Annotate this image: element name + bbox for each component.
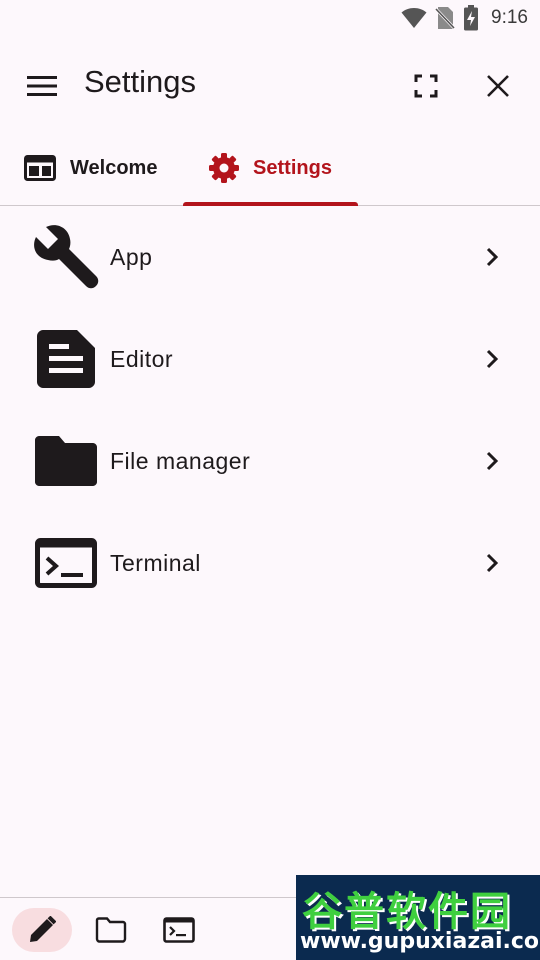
list-item-editor[interactable]: Editor (0, 308, 540, 410)
tab-bar: Welcome Settings (0, 132, 540, 206)
list-item-app[interactable]: App (0, 206, 540, 308)
close-icon (487, 75, 509, 97)
page-title: Settings (84, 64, 197, 99)
folder-icon (32, 427, 100, 495)
list-item-file-manager[interactable]: File manager (0, 410, 540, 512)
welcome-window-icon (24, 155, 56, 181)
settings-list: App Editor File manager Terminal (0, 206, 540, 614)
bottom-nav-file-manager[interactable] (81, 908, 141, 952)
fullscreen-icon (414, 74, 438, 98)
tab-welcome-label: Welcome (70, 156, 158, 179)
chevron-right-icon (480, 551, 504, 575)
gear-icon (209, 153, 240, 183)
list-item-label: File manager (110, 447, 251, 474)
menu-button[interactable] (24, 68, 60, 104)
folder-outline-icon (95, 917, 127, 943)
chevron-right-icon (480, 347, 504, 371)
clock: 9:16 (491, 7, 528, 28)
list-item-label: Editor (110, 345, 174, 372)
wrench-icon (32, 223, 100, 291)
battery-charging-icon (463, 5, 479, 31)
watermark-url: www.gupuxiazai.com (300, 929, 540, 954)
chevron-right-icon (480, 245, 504, 269)
watermark-logo: 谷普软件园 www.gupuxiazai.com (296, 875, 540, 960)
tab-settings[interactable]: Settings (183, 132, 358, 206)
bottom-nav-editor[interactable] (12, 908, 72, 952)
no-sim-icon (435, 6, 456, 30)
chevron-right-icon (480, 449, 504, 473)
app-bar: Settings (0, 36, 540, 132)
pencil-icon (30, 916, 56, 942)
terminal-icon (32, 529, 100, 597)
fullscreen-button[interactable] (408, 68, 444, 104)
menu-icon (27, 76, 57, 96)
tab-settings-label: Settings (253, 156, 332, 179)
close-button[interactable] (480, 68, 516, 104)
wifi-icon (401, 7, 427, 29)
status-bar: 9:16 (0, 0, 540, 36)
list-item-label: Terminal (110, 549, 201, 576)
tab-welcome[interactable]: Welcome (24, 132, 157, 204)
list-item-label: App (110, 243, 153, 270)
document-icon (32, 325, 100, 393)
bottom-nav-terminal[interactable] (149, 908, 209, 952)
terminal-outline-icon (163, 917, 195, 943)
list-item-terminal[interactable]: Terminal (0, 512, 540, 614)
